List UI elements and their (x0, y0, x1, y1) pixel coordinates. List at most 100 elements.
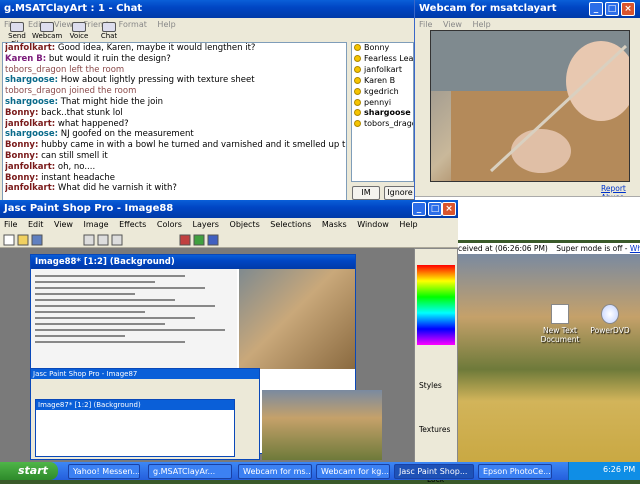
ignore-user-button[interactable]: Ignore U (384, 186, 416, 209)
chat-message: janfolkart: oh, no.... (5, 162, 346, 173)
psp-menu-effects[interactable]: Effects (119, 220, 146, 229)
psp-minimize-button[interactable]: _ (412, 202, 426, 216)
new-file-icon[interactable] (3, 234, 15, 246)
user-list-item[interactable]: shargoose (352, 108, 413, 119)
thumb-line (35, 323, 165, 325)
start-button[interactable]: start (0, 462, 58, 480)
user-list-item[interactable]: Bonny (352, 43, 413, 54)
chat-nick[interactable]: janfolkart: (5, 162, 55, 172)
chat-menu-help[interactable]: Help (157, 20, 175, 29)
close-button[interactable]: × (621, 2, 635, 16)
psp-menu-file[interactable]: File (4, 220, 17, 229)
webcam-menu-help[interactable]: Help (472, 20, 490, 29)
desktop-icon-powerdvd[interactable]: PowerDVD (588, 304, 632, 335)
task-paint-shop[interactable]: Jasc Paint Shop... (394, 464, 474, 479)
webcam-titlebar[interactable]: Webcam for msatclayart _ □ × (415, 0, 640, 18)
minimize-button[interactable]: _ (589, 2, 603, 16)
im-button[interactable]: IM (352, 186, 380, 200)
psp-maximize-button[interactable]: □ (428, 202, 442, 216)
chat-message: Karen B: but would it ruin the design? (5, 54, 346, 65)
copy-icon[interactable] (97, 234, 109, 246)
user-list-item[interactable]: Fearless Leader (352, 54, 413, 65)
psp-menu-image[interactable]: Image (84, 220, 109, 229)
desktop: New Text Document PowerDVD (458, 254, 640, 464)
chat-text: back..that stunk lol (41, 107, 123, 118)
cut-icon[interactable] (83, 234, 95, 246)
psp-menu-colors[interactable]: Colors (157, 220, 182, 229)
super-mode-text: Super mode is off - (556, 244, 628, 253)
chat-nick[interactable]: janfolkart: (5, 119, 55, 129)
open-icon[interactable] (17, 234, 29, 246)
image88-titlebar[interactable]: Image88* [1:2] (Background) (31, 255, 355, 269)
chat-nick[interactable]: Bonny: (5, 108, 38, 118)
user-list-item[interactable]: tobors_dragon (352, 119, 413, 130)
psp-menu-objects[interactable]: Objects (230, 220, 260, 229)
user-name: janfolkart (364, 64, 402, 74)
chat-text: but would it ruin the design? (48, 53, 171, 64)
system-tray: 6:26 PM (568, 462, 640, 480)
psp-menu-masks[interactable]: Masks (322, 220, 347, 229)
chat-window: g.MSATClayArt : 1 - Chat File Edit View … (0, 0, 416, 209)
user-list-item[interactable]: pennyi (352, 98, 413, 109)
chat-nick[interactable]: shargoose: (5, 97, 58, 107)
nested-chat-lines (35, 275, 225, 343)
task-chat[interactable]: g.MSATClayAr... (148, 464, 232, 479)
webcam-menu-view[interactable]: View (443, 20, 462, 29)
color-icon[interactable] (179, 234, 191, 246)
chat-text: That might hide the join (60, 96, 164, 107)
chat-titlebar[interactable]: g.MSATClayArt : 1 - Chat (0, 0, 416, 18)
chat-nick[interactable]: Bonny: (5, 173, 38, 183)
psp-menu-window[interactable]: Window (357, 220, 389, 229)
user-list-item[interactable]: janfolkart (352, 65, 413, 76)
desktop-icon-new-text-document[interactable]: New Text Document (538, 304, 582, 344)
webcam-icon (40, 22, 54, 32)
chat-message: shargoose: NJ goofed on the measurement (5, 129, 346, 140)
color-picker-swatch[interactable] (417, 265, 455, 345)
grid-icon[interactable] (207, 234, 219, 246)
thumb-line (35, 299, 175, 301)
psp-menu-selections[interactable]: Selections (270, 220, 311, 229)
psp-close-button[interactable]: × (442, 202, 456, 216)
chat-nick[interactable]: janfolkart: (5, 183, 55, 193)
user-list-item[interactable]: kgedrich (352, 87, 413, 98)
task-epson[interactable]: Epson PhotoCe... (478, 464, 552, 479)
chat-nick[interactable]: shargoose: (5, 129, 58, 139)
chat-button[interactable]: Chat (94, 22, 124, 40)
chat-nick[interactable]: janfolkart: (5, 43, 55, 53)
save-icon[interactable] (31, 234, 43, 246)
task-webcam-kg[interactable]: Webcam for kg... (316, 464, 390, 479)
chat-log[interactable]: janfolkart: Good idea, Karen, maybe it w… (2, 42, 347, 202)
psp-menu-help[interactable]: Help (399, 220, 417, 229)
chat-message: Bonny: can still smell it (5, 151, 346, 162)
psp-titlebar[interactable]: Jasc Paint Shop Pro - Image88 _ □ × (0, 200, 458, 218)
nested-psp-window: Jasc Paint Shop Pro - Image87 Image87* [… (30, 368, 260, 460)
chat-nick[interactable]: Bonny: (5, 151, 38, 161)
paste-icon[interactable] (111, 234, 123, 246)
webcam-button[interactable]: Webcam (32, 22, 62, 40)
nested-desktop-thumbnail (262, 390, 382, 460)
voice-button[interactable]: Voice (64, 22, 94, 40)
chat-text: What did he varnish it with? (57, 183, 177, 194)
webcam-menu-file[interactable]: File (419, 20, 432, 29)
maximize-button[interactable]: □ (605, 2, 619, 16)
user-name: Bonny (364, 43, 390, 52)
psp-menu-layers[interactable]: Layers (192, 220, 218, 229)
chat-nick[interactable]: Bonny: (5, 140, 38, 150)
smiley-icon (354, 98, 361, 106)
user-list[interactable]: Bonny Fearless Leaderjanfolkart Karen Bkge… (351, 42, 414, 182)
user-list-item[interactable]: Karen B (352, 76, 413, 87)
chat-nick[interactable]: shargoose: (5, 75, 58, 85)
chat-text: NJ goofed on the measurement (60, 129, 194, 140)
psp-menu-view[interactable]: View (54, 220, 73, 229)
clock: 6:26 PM (603, 465, 636, 474)
layer-icon[interactable] (193, 234, 205, 246)
psp-menubar: File Edit View Image Effects Colors Laye… (0, 218, 458, 232)
chat-message: tobors_dragon left the room (5, 65, 346, 76)
whats-this-link[interactable]: What's this? (630, 244, 640, 253)
psp-menu-edit[interactable]: Edit (28, 220, 44, 229)
chat-nick[interactable]: Karen B: (5, 54, 46, 64)
task-yahoo-messenger[interactable]: Yahoo! Messen... (68, 464, 140, 479)
chat-text: tobors_dragon left the room (5, 64, 125, 75)
nested-image-title: Image87* [1:2] (Background) (36, 400, 234, 410)
task-webcam-ms[interactable]: Webcam for ms... (238, 464, 312, 479)
